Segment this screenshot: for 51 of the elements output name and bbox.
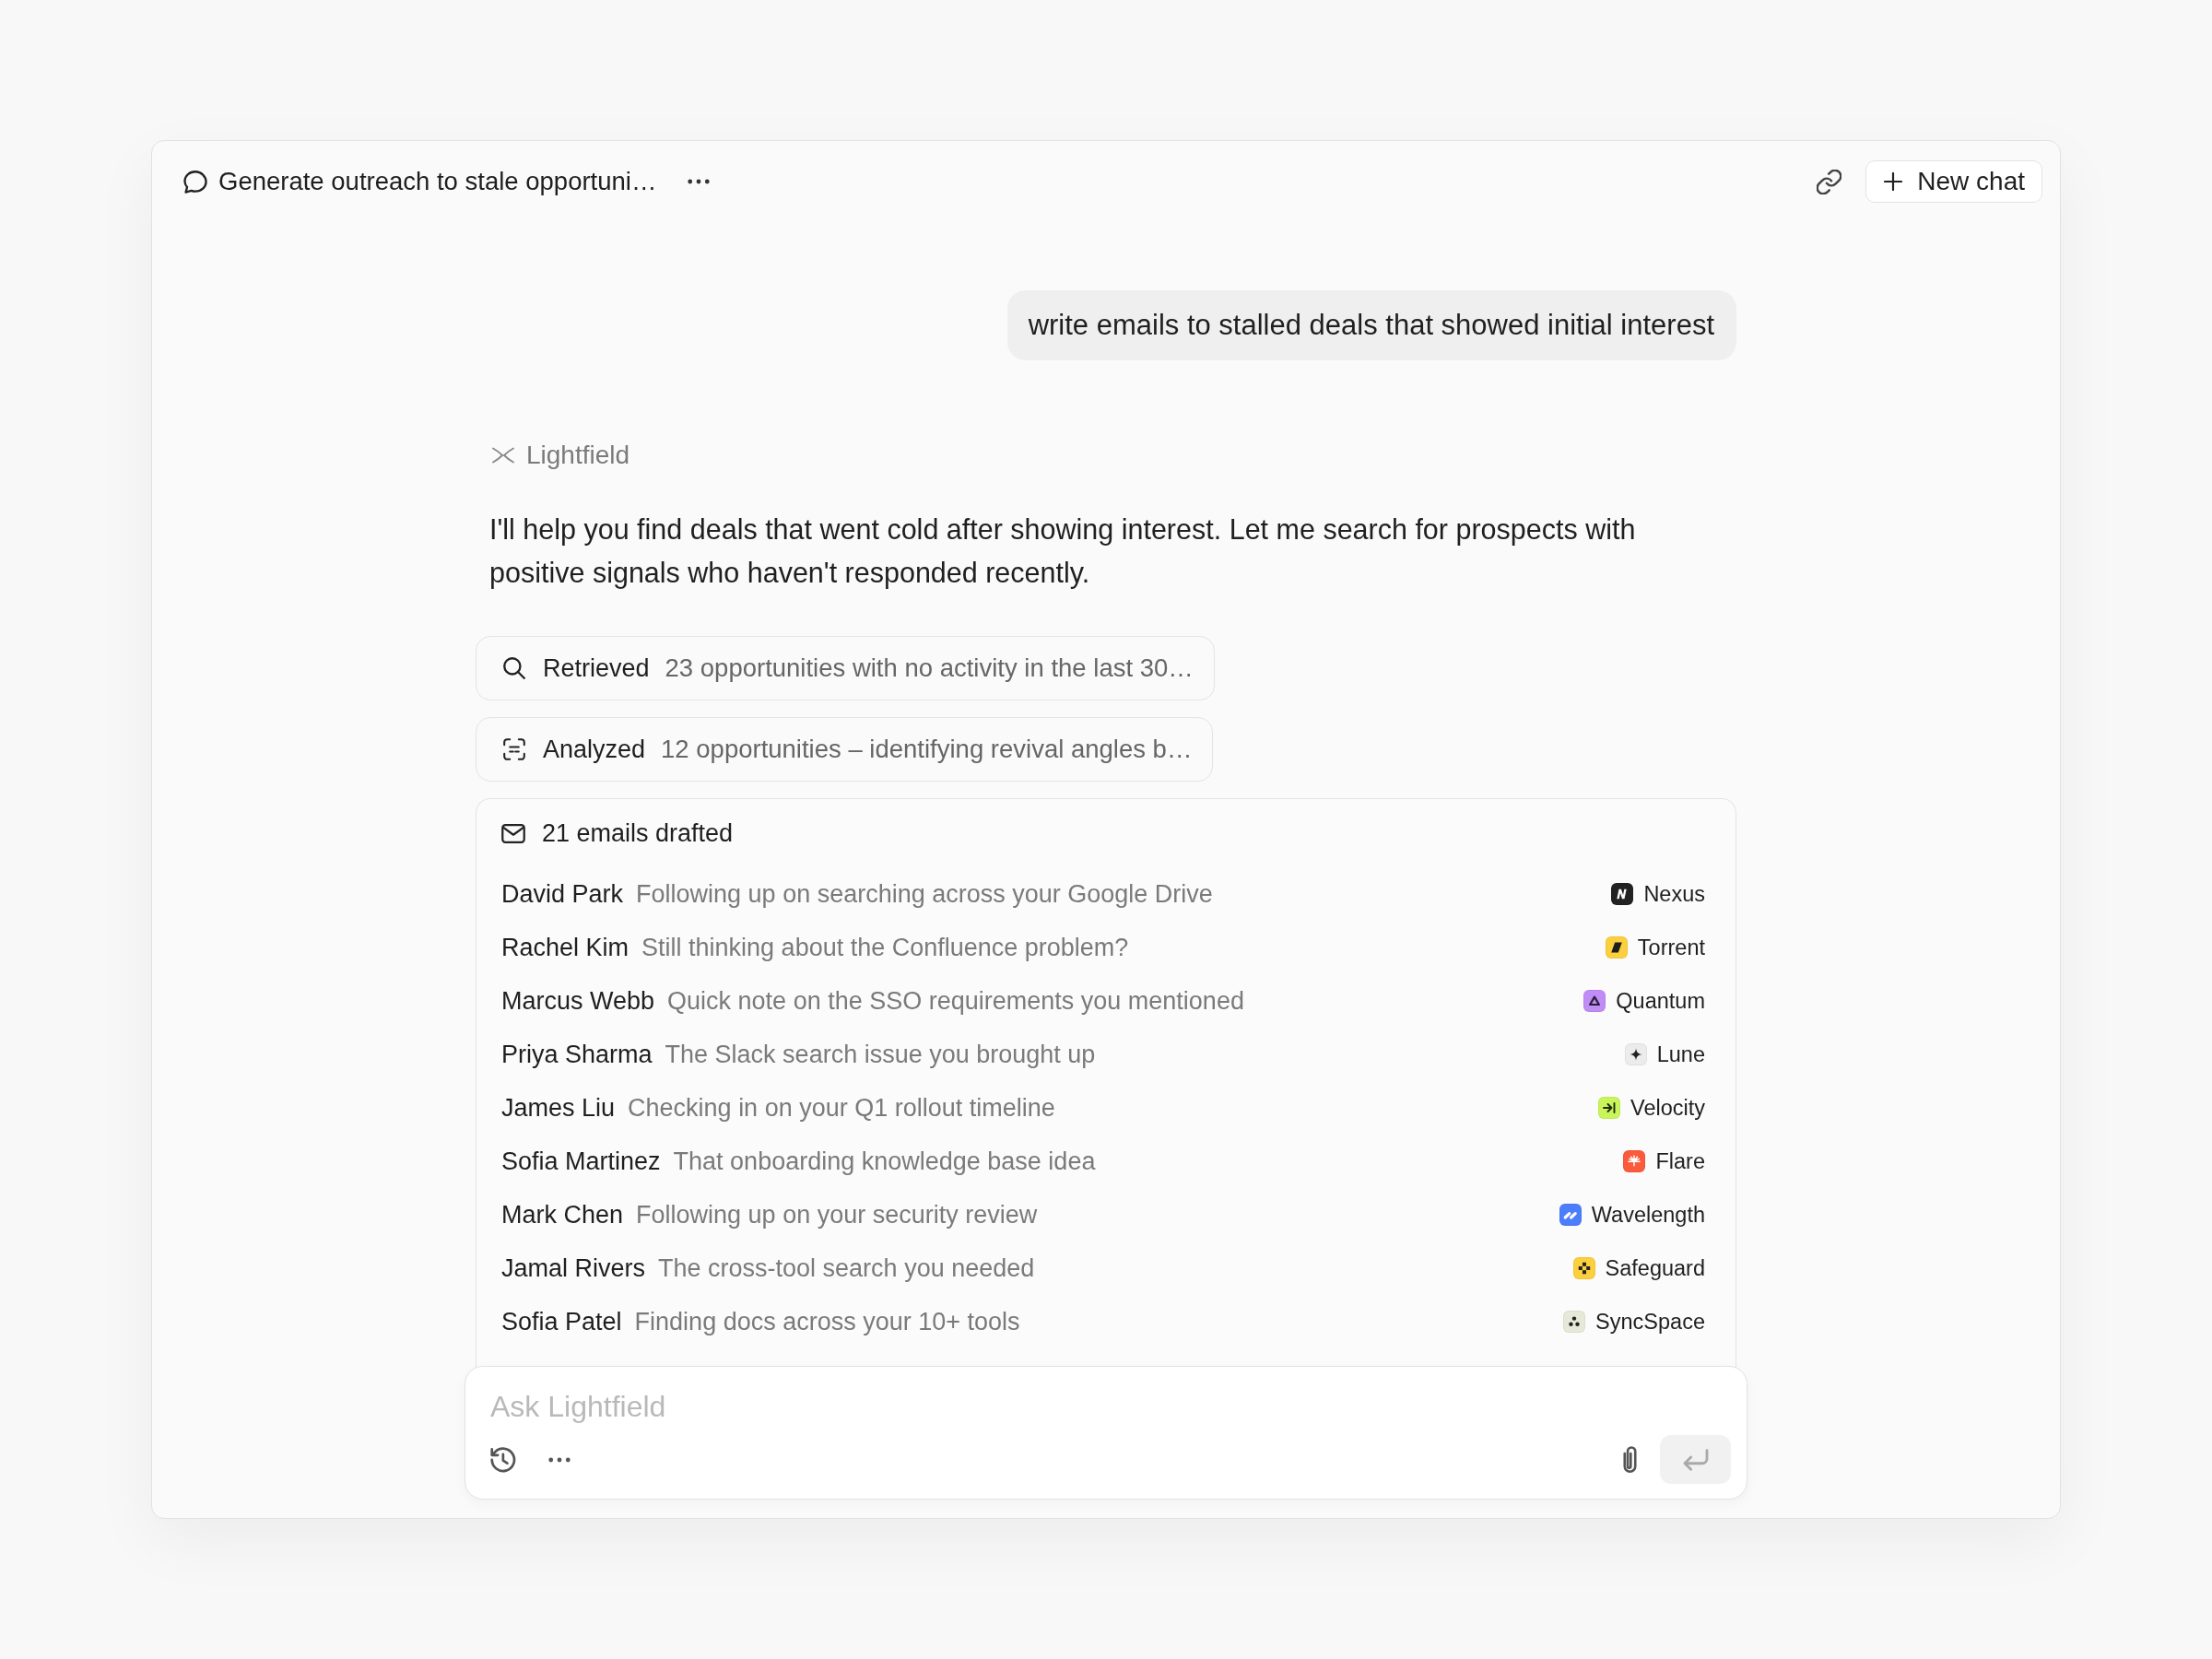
assistant-message: I'll help you find deals that went cold after showing interest. Let me search for prospects with positive signals who haven't responded recently. bbox=[488, 512, 1637, 591]
link-icon[interactable] bbox=[1817, 169, 1842, 194]
contact-name: Mark Chen bbox=[501, 1200, 624, 1230]
email-subject: Following up on searching across your Google Drive bbox=[636, 879, 1213, 909]
search-icon bbox=[503, 657, 525, 679]
email-subject: The Slack search issue you brought up bbox=[665, 1040, 1096, 1069]
message-input[interactable]: Ask Lightfield bbox=[465, 1386, 1747, 1427]
contact-name: James Liu bbox=[501, 1093, 616, 1123]
contact-name: Sofia Patel bbox=[501, 1307, 622, 1336]
company-name: Nexus bbox=[1643, 881, 1705, 907]
company-name: Flare bbox=[1655, 1148, 1705, 1174]
step-label: Retrieved bbox=[543, 653, 650, 683]
message-composer[interactable]: Ask Lightfield bbox=[465, 1366, 1747, 1500]
user-message: write emails to stalled deals that showed initial interest bbox=[1006, 290, 1736, 360]
step-label: Analyzed bbox=[543, 735, 646, 764]
contact-name: Rachel Kim bbox=[501, 933, 629, 962]
more-icon[interactable] bbox=[548, 1456, 571, 1463]
paperclip-icon[interactable] bbox=[1623, 1445, 1637, 1474]
company-name: Safeguard bbox=[1605, 1255, 1705, 1281]
company-name: SyncSpace bbox=[1595, 1309, 1705, 1335]
company-name: Lune bbox=[1656, 1041, 1705, 1067]
email-subject: Still thinking about the Confluence problem? bbox=[641, 933, 1129, 962]
email-subject: That onboarding knowledge base idea bbox=[673, 1147, 1096, 1176]
email-subject: Quick note on the SSO requirements you mentioned bbox=[667, 986, 1244, 1016]
chat-title: Generate outreach to stale opportuni… bbox=[218, 167, 657, 196]
assistant-name: Lightfield bbox=[526, 441, 630, 470]
email-subject: Checking in on your Q1 rollout timeline bbox=[628, 1093, 1055, 1123]
email-subject: Finding docs across your 10+ tools bbox=[634, 1307, 1020, 1336]
new-chat-button[interactable]: New chat bbox=[1865, 160, 2042, 203]
contact-name: Jamal Rivers bbox=[501, 1253, 646, 1283]
history-icon[interactable] bbox=[489, 1445, 517, 1474]
contact-name: Priya Sharma bbox=[501, 1040, 653, 1069]
email-subject: Following up on your security review bbox=[636, 1200, 1038, 1230]
curved-x-icon bbox=[491, 446, 515, 465]
step-detail: 12 opportunities – identifying revival angles b… bbox=[661, 735, 1193, 764]
plus-icon bbox=[1884, 172, 1903, 191]
contact-name: Marcus Webb bbox=[501, 986, 655, 1016]
more-icon[interactable] bbox=[688, 179, 711, 184]
contact-name: David Park bbox=[501, 879, 624, 909]
scan-icon bbox=[503, 738, 525, 760]
company-name: Torrent bbox=[1637, 935, 1705, 960]
company-name: Wavelength bbox=[1591, 1202, 1705, 1228]
enter-icon bbox=[1682, 1448, 1709, 1471]
drafts-count: 21 emails drafted bbox=[542, 818, 734, 848]
company-name: Velocity bbox=[1630, 1095, 1705, 1121]
company-name: Quantum bbox=[1616, 988, 1705, 1014]
step-detail: 23 opportunities with no activity in the last 30… bbox=[665, 653, 1194, 683]
contact-name: Sofia Martinez bbox=[501, 1147, 661, 1176]
chat-bubble-icon bbox=[183, 170, 207, 194]
email-subject: The cross-tool search you needed bbox=[658, 1253, 1035, 1283]
mail-icon bbox=[501, 823, 525, 843]
